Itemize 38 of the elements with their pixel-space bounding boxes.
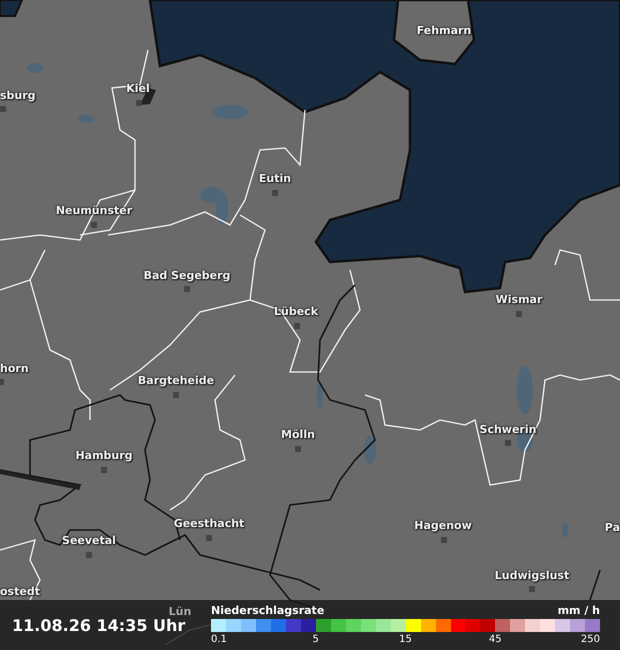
scale-tick-label: 0.1	[211, 634, 227, 645]
city-label: Eutin	[258, 172, 292, 186]
city-label: Bad Segeberg	[144, 269, 230, 283]
city-label: Pa	[604, 521, 620, 535]
scale-tick-label: 250	[580, 634, 600, 645]
city-label: Bargteheide	[138, 374, 214, 388]
city-marker-icon	[86, 552, 92, 558]
legend-unit: mm / h	[558, 604, 600, 617]
city-marker-icon	[294, 323, 300, 329]
city-marker-icon	[136, 100, 142, 106]
city-marker-icon	[0, 106, 6, 112]
city-marker-icon	[173, 392, 179, 398]
city-marker-icon	[516, 311, 522, 317]
scale-tick-label: 45	[488, 634, 502, 645]
city-label: Hagenow	[414, 519, 472, 533]
city-label: Ludwigslust	[494, 569, 570, 583]
city-marker-icon	[101, 467, 107, 473]
city-label: Mölln	[281, 428, 315, 442]
city-label: Lün	[168, 605, 192, 618]
timestamp: 11.08.26 14:35 Uhr	[12, 616, 186, 634]
city-label: sburg	[0, 89, 36, 103]
city-marker-icon	[529, 586, 535, 592]
city-label: horn	[0, 362, 29, 376]
city-marker-icon	[441, 537, 447, 543]
city-marker-icon	[272, 190, 278, 196]
scale-tick-label: 15	[399, 634, 412, 645]
scale-tick-label: 5	[312, 634, 319, 645]
city-marker-icon	[206, 535, 212, 541]
city-marker-icon	[505, 440, 511, 446]
city-label: Fehmarn	[416, 24, 472, 38]
city-label: Wismar	[496, 293, 542, 307]
city-label: Seevetal	[62, 534, 116, 548]
legend-title: Niederschlagsrate	[211, 604, 324, 617]
city-label: Kiel	[126, 82, 150, 96]
city-marker-icon	[295, 446, 301, 452]
city-label: Hamburg	[75, 449, 133, 463]
city-marker-icon	[184, 286, 190, 292]
city-marker-icon	[91, 222, 97, 228]
